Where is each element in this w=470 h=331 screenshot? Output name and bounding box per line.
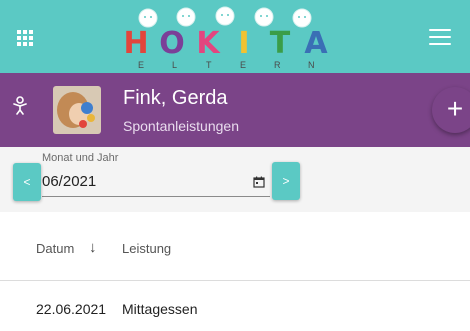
column-header-service[interactable]: Leistung — [122, 241, 171, 256]
sort-descending-icon[interactable]: ↓ — [89, 239, 97, 256]
calendar-icon[interactable] — [253, 176, 265, 188]
previous-month-button[interactable]: < — [13, 163, 41, 201]
month-input[interactable]: 06/2021 — [42, 173, 96, 190]
logo-letter: O — [159, 26, 185, 61]
logo-letter: A — [304, 26, 328, 61]
logo-subtitle-letter: L — [172, 60, 178, 70]
logo-letter: T — [269, 26, 291, 61]
logo-letter: K — [196, 26, 220, 61]
page-subtitle: Spontanleistungen — [123, 118, 239, 134]
column-header-date[interactable]: Datum — [36, 241, 74, 256]
child-icon[interactable] — [12, 95, 28, 115]
logo-subtitle-letter: E — [138, 60, 145, 70]
logo-subtitle-letter: R — [274, 60, 281, 70]
logo-letter: I — [238, 26, 250, 61]
logo-subtitle-letter: E — [240, 60, 247, 70]
app-logo: H O K I T A E L T E R N — [118, 4, 334, 70]
logo-subtitle: E L T E R N — [138, 60, 328, 71]
logo-letters: H O K I T A — [118, 28, 334, 60]
add-button[interactable]: + — [432, 87, 470, 133]
next-month-button[interactable]: > — [272, 162, 300, 200]
child-name: Fink, Gerda — [123, 87, 228, 109]
apps-grid-icon[interactable] — [17, 30, 33, 46]
logo-letter: H — [123, 26, 149, 61]
logo-subtitle-letter: N — [308, 60, 315, 70]
month-field-label: Monat und Jahr — [42, 152, 119, 164]
hamburger-menu-icon[interactable] — [429, 29, 451, 45]
table-row-service: Mittagessen — [122, 301, 198, 317]
avatar — [53, 86, 101, 134]
table-row-date: 22.06.2021 — [36, 301, 107, 317]
month-input-underline — [42, 196, 270, 197]
logo-subtitle-letter: T — [206, 60, 212, 70]
